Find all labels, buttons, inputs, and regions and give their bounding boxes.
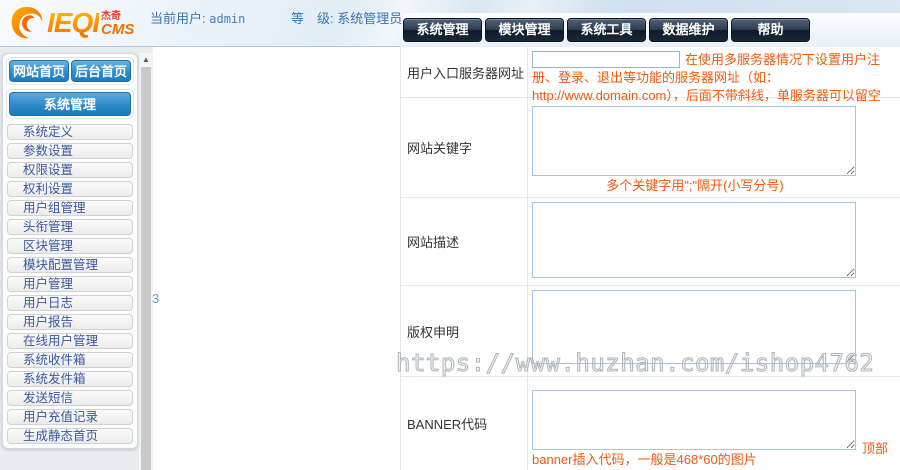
banner-code-textarea[interactable]	[532, 390, 856, 450]
sidebar-menu-item[interactable]: 系统收件箱	[7, 352, 133, 368]
sidebar: 网站首页 后台首页 系统管理 系统定义参数设置权限设置权利设置用户组管理头衔管理区…	[2, 53, 138, 449]
keywords-textarea[interactable]	[532, 106, 856, 176]
logo-text: IEQI	[47, 7, 100, 38]
level-label: 等 级:	[291, 11, 334, 26]
user-info: 当前用户: admin 等 级: 系统管理员	[150, 8, 402, 27]
sidebar-menu-item[interactable]: 权限设置	[7, 162, 133, 178]
logo-stack: 杰奇 CMS	[101, 11, 134, 37]
nav-tab[interactable]: 系统管理	[403, 18, 482, 42]
vertical-scrollbar[interactable]: ▲	[139, 53, 153, 470]
sidebar-section-title[interactable]: 系统管理	[9, 92, 131, 116]
sidebar-section-box: 系统管理	[6, 89, 134, 119]
current-user-label: 当前用户:	[150, 11, 206, 26]
nav-tab[interactable]: 帮助	[731, 18, 810, 42]
form-row-keywords: 网站关键字 多个关键字用";"隔开(小写分号)	[401, 98, 900, 198]
scroll-up-arrow-icon[interactable]: ▲	[139, 53, 153, 66]
sidebar-menu-item[interactable]: 用户组管理	[7, 200, 133, 216]
logo-tag-bottom: CMS	[101, 21, 135, 38]
nav-tab[interactable]: 数据维护	[649, 18, 728, 42]
scrollbar-thumb[interactable]	[141, 67, 151, 470]
form-row-description: 网站描述	[401, 198, 900, 286]
field-cell: 在使用多服务器情况下设置用户注册、登录、退出等功能的服务器网址（如：http:/…	[528, 47, 900, 103]
sidebar-menu-item[interactable]: 用户报告	[7, 314, 133, 330]
sidebar-menu: 系统定义参数设置权限设置权利设置用户组管理头衔管理区块管理模块配置管理 用户管理用…	[6, 123, 134, 448]
sidebar-menu-item[interactable]: 模块配置管理	[7, 257, 133, 273]
form-row-entry-server: 用户入口服务器网址 在使用多服务器情况下设置用户注册、登录、退出等功能的服务器网…	[401, 47, 900, 103]
entry-server-input[interactable]	[532, 51, 680, 68]
field-label: BANNER代码	[401, 377, 528, 470]
app-window: IEQI 杰奇 CMS 当前用户: admin 等 级: 系统管理员 系统管理模…	[0, 0, 900, 470]
field-cell	[528, 286, 900, 376]
form-row-banner: BANNER代码 banner插入代码，一般是468*60的图片	[401, 377, 900, 470]
sidebar-menu-item[interactable]: 用户日志	[7, 295, 133, 311]
form-row-copyright: 版权申明	[401, 286, 900, 377]
sidebar-menu-item[interactable]: 用户管理	[7, 276, 133, 292]
field-cell	[528, 198, 900, 285]
sidebar-menu-item[interactable]: 发送短信	[7, 390, 133, 406]
sidebar-tab[interactable]: 网站首页	[9, 60, 69, 82]
field-label: 用户入口服务器网址	[401, 47, 528, 97]
logo-flame-icon	[11, 6, 43, 39]
sidebar-menu-item[interactable]: 生成静态首页	[7, 428, 133, 444]
sidebar-menu-item[interactable]: 头衔管理	[7, 219, 133, 235]
copyright-textarea[interactable]	[532, 290, 856, 364]
nav-tab[interactable]: 系统工具	[567, 18, 646, 42]
field-hint: banner插入代码，一般是468*60的图片	[532, 452, 757, 467]
description-textarea[interactable]	[532, 202, 856, 278]
level-value: 系统管理员	[337, 11, 403, 26]
nav-tab[interactable]: 模块管理	[485, 18, 564, 42]
field-label: 版权申明	[401, 286, 528, 376]
field-label: 网站关键字	[401, 98, 528, 197]
scroll-marker-text: 3	[152, 291, 160, 306]
settings-form: 用户入口服务器网址 在使用多服务器情况下设置用户注册、登录、退出等功能的服务器网…	[400, 47, 900, 470]
sidebar-tabs: 网站首页 后台首页	[9, 60, 131, 82]
logo: IEQI 杰奇 CMS	[8, 4, 134, 42]
sidebar-menu-item[interactable]: 权利设置	[7, 181, 133, 197]
main-nav: 系统管理 模块管理 系统工具 数据维护 帮助	[403, 18, 810, 42]
sidebar-menu-item[interactable]: 在线用户管理	[7, 333, 133, 349]
current-user-value: admin	[209, 12, 246, 26]
sidebar-tabs-box: 网站首页 后台首页	[6, 57, 134, 85]
sidebar-menu-item[interactable]: 用户充值记录	[7, 409, 133, 425]
sidebar-menu-item[interactable]: 系统定义	[7, 124, 133, 140]
header-bar: IEQI 杰奇 CMS 当前用户: admin 等 级: 系统管理员 系统管理模…	[0, 0, 900, 47]
sidebar-menu-item[interactable]: 区块管理	[7, 238, 133, 254]
sidebar-tab[interactable]: 后台首页	[71, 60, 131, 82]
sidebar-menu-item[interactable]: 参数设置	[7, 143, 133, 159]
field-cell: 多个关键字用";"隔开(小写分号)	[528, 98, 900, 197]
sidebar-menu-item[interactable]: 系统发件箱	[7, 371, 133, 387]
field-cell: banner插入代码，一般是468*60的图片	[528, 377, 900, 470]
back-to-top-link[interactable]: 顶部	[862, 438, 888, 457]
field-label: 网站描述	[401, 198, 528, 285]
field-hint: 多个关键字用";"隔开(小写分号)	[606, 178, 784, 193]
